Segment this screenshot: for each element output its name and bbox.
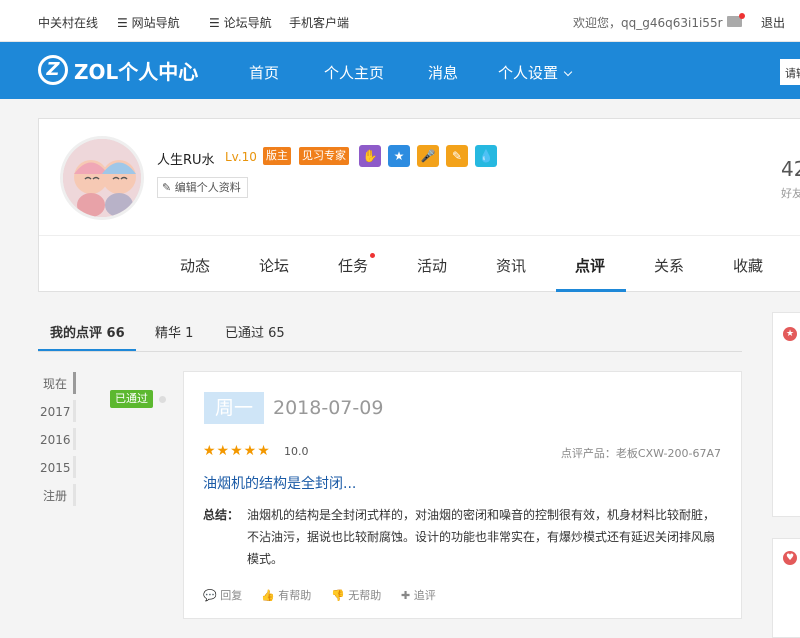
zol-logo[interactable]: Z ZOL个人中心 [38, 55, 198, 85]
reply-label: 回复 [220, 589, 243, 602]
zol-home-link[interactable]: 中关村在线 [38, 14, 98, 31]
friends-count[interactable]: 42 [781, 157, 800, 181]
timeline-now[interactable]: 现在 [43, 374, 71, 394]
tab-news[interactable]: 资讯 [496, 255, 526, 276]
heart-icon: ♥ [783, 551, 797, 565]
logo-text: ZOL个人中心 [74, 59, 199, 84]
menu-icon: ☰ [209, 16, 220, 30]
timeline-bar [73, 456, 76, 478]
follow-up-button[interactable]: ✚ 追评 [401, 587, 436, 603]
pencil-icon: ✎ [162, 181, 172, 194]
star-icon: ★ [388, 145, 410, 167]
avatar-dolls-image [63, 139, 141, 217]
nav-home[interactable]: 首页 [249, 62, 279, 83]
notification-dot [370, 253, 375, 258]
not-helpful-label: 无帮助 [348, 589, 382, 602]
rating-score: 10.0 [284, 445, 309, 458]
not-helpful-button[interactable]: 👎 无帮助 [331, 587, 381, 603]
tab-activity[interactable]: 动态 [180, 255, 210, 276]
nav-messages[interactable]: 消息 [428, 62, 458, 83]
moderator-badge: 版主 [263, 147, 291, 165]
level-badge: Lv.10 [225, 150, 257, 164]
welcome-text: 欢迎您，qq_g46q63i1i55r [573, 16, 723, 30]
review-date: 2018-07-09 [273, 397, 384, 419]
chevron-down-icon [563, 67, 573, 77]
timeline-bar [73, 372, 76, 394]
profile-tabs: 动态 论坛 任务 活动 资讯 点评 关系 收藏 [39, 235, 800, 292]
tab-relations[interactable]: 关系 [654, 255, 684, 276]
site-nav-label: 网站导航 [131, 16, 180, 30]
thumbs-up-icon: 👍 [261, 589, 275, 602]
summary-label: 总结： [203, 508, 240, 522]
timeline-bar [73, 428, 76, 450]
subtab-featured[interactable]: 精华 1 [155, 322, 193, 341]
menu-icon: ☰ [117, 16, 128, 30]
mobile-client-link[interactable]: 手机客户端 [289, 14, 349, 31]
subtab-approved[interactable]: 已通过 65 [225, 322, 285, 341]
tab-tasks[interactable]: 任务 [338, 255, 368, 276]
side-panel: ★ [772, 312, 800, 517]
site-nav-link[interactable]: ☰ 网站导航 [117, 14, 180, 31]
friends-label: 好友 [781, 187, 800, 200]
tab-events[interactable]: 活动 [417, 255, 447, 276]
follow-up-label: 追评 [413, 589, 436, 602]
search-input[interactable]: 请输 [780, 59, 800, 85]
thumbs-down-icon: 👎 [331, 589, 345, 602]
review-subtabs: 我的点评 66 精华 1 已通过 65 [38, 310, 742, 352]
timeline-register[interactable]: 注册 [43, 486, 71, 506]
summary-text: 油烟机的结构是全封闭式样的，对油烟的密闭和噪音的控制很有效，机身材料比较耐脏，不… [247, 508, 716, 566]
timeline-2016[interactable]: 2016 [40, 430, 75, 450]
mail-icon[interactable] [727, 13, 745, 27]
nav-settings-label: 个人设置 [498, 64, 559, 82]
tab-forum[interactable]: 论坛 [259, 255, 289, 276]
comment-icon: 💬 [203, 589, 217, 602]
rating-stars: ★★★★★ [203, 443, 271, 459]
nav-settings[interactable]: 个人设置 [498, 62, 573, 83]
tab-favorites[interactable]: 收藏 [733, 255, 763, 276]
timeline-dot [159, 396, 166, 403]
tab-reviews[interactable]: 点评 [575, 255, 605, 276]
review-product[interactable]: 点评产品：老板CXW-200-67A7 [561, 445, 721, 461]
nav-personal-page[interactable]: 个人主页 [324, 62, 384, 83]
status-badge: 已通过 [110, 390, 153, 408]
star-icon: ★ [783, 327, 797, 341]
zol-logo-icon: Z [38, 55, 68, 85]
top-bar: 中关村在线 ☰ 网站导航 ☰ 论坛导航 手机客户端 欢迎您，qq_g46q63i… [0, 0, 800, 42]
timeline-bar [73, 400, 76, 422]
review-title[interactable]: 油烟机的结构是全封闭... [203, 473, 356, 493]
expert-badge: 见习专家 [299, 147, 349, 165]
helpful-button[interactable]: 👍 有帮助 [261, 587, 311, 603]
pen-icon: ✎ [446, 145, 468, 167]
side-panel: ♥ [772, 538, 800, 638]
review-summary: 总结： 油烟机的结构是全封闭式样的，对油烟的密闭和噪音的控制很有效，机身材料比较… [203, 504, 723, 570]
avatar[interactable] [60, 136, 144, 220]
username[interactable]: 人生RU水 [157, 149, 215, 168]
active-tab-indicator [556, 289, 626, 292]
edit-profile-label: 编辑个人资料 [174, 181, 241, 194]
timeline-2017[interactable]: 2017 [40, 402, 75, 422]
main-nav: Z ZOL个人中心 首页 个人主页 消息 个人设置 请输 [0, 42, 800, 99]
hand-icon: ✋ [359, 145, 381, 167]
plus-icon: ✚ [401, 589, 411, 602]
weekday-label: 周一 [204, 392, 264, 424]
water-drop-icon: 💧 [475, 145, 497, 167]
timeline-bar [73, 484, 76, 506]
edit-profile-button[interactable]: ✎ 编辑个人资料 [157, 177, 248, 198]
forum-nav-link[interactable]: ☰ 论坛导航 [209, 14, 272, 31]
timeline-2015[interactable]: 2015 [40, 458, 75, 478]
reply-button[interactable]: 💬 回复 [203, 587, 242, 603]
microphone-icon: 🎤 [417, 145, 439, 167]
subtab-my-reviews[interactable]: 我的点评 66 [50, 322, 125, 341]
helpful-label: 有帮助 [278, 589, 312, 602]
profile-card: 人生RU水 Lv.10 版主 见习专家 ✋ ★ 🎤 ✎ 💧 ✎ 编辑个人资料 4… [38, 118, 800, 292]
active-subtab-indicator [38, 349, 136, 351]
review-card: 周一 2018-07-09 ★★★★★ 10.0 点评产品：老板CXW-200-… [183, 371, 742, 619]
forum-nav-label: 论坛导航 [223, 16, 272, 30]
logout-link[interactable]: 退出 [761, 14, 785, 31]
